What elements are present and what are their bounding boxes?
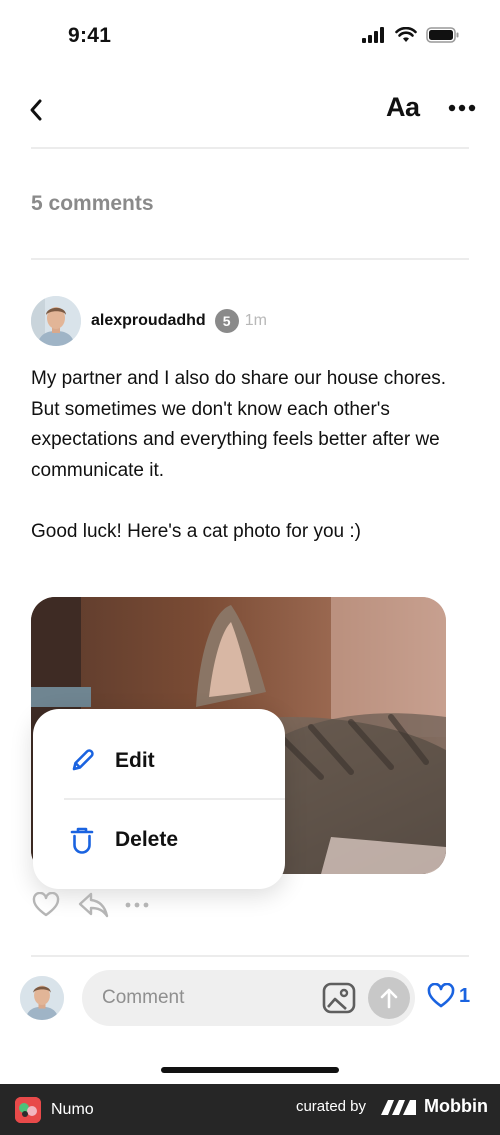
delete-menu-item[interactable]: Delete: [33, 804, 285, 876]
mobbin-logo-icon: [381, 1099, 417, 1115]
more-dots-icon: [448, 104, 476, 112]
divider: [31, 955, 469, 957]
status-icons: [362, 27, 460, 43]
attach-image-button[interactable]: [322, 982, 356, 1014]
back-chevron-icon: [30, 99, 42, 121]
signal-icon: [362, 27, 384, 43]
delete-label: Delete: [115, 828, 179, 851]
footer-app: Numo: [15, 1097, 94, 1123]
avatar[interactable]: [31, 296, 81, 346]
send-button[interactable]: [368, 977, 410, 1019]
trash-icon: [66, 824, 98, 856]
context-menu: Edit Delete: [33, 709, 285, 889]
comment-body: My partner and I also do share our house…: [31, 364, 451, 578]
like-button[interactable]: [31, 890, 61, 920]
status-bar: 9:41: [0, 0, 500, 75]
comment-header: alexproudadhd 5 1m: [31, 296, 267, 346]
status-time: 9:41: [68, 24, 112, 47]
battery-icon: [426, 27, 459, 43]
footer-brand: curated by Mobbin: [296, 1096, 488, 1117]
divider: [31, 147, 469, 149]
app-logo-icon: [15, 1097, 41, 1123]
more-options-button[interactable]: [447, 96, 477, 120]
reply-button[interactable]: [77, 890, 109, 920]
post-like-button[interactable]: 1: [426, 983, 470, 1009]
more-dots-icon: [125, 902, 149, 908]
attribution-footer: Numo curated by Mobbin: [0, 1084, 500, 1135]
reply-icon: [78, 892, 109, 918]
comment-paragraph: My partner and I also do share our house…: [31, 368, 447, 481]
comment-input[interactable]: Comment: [82, 970, 415, 1026]
comment-placeholder: Comment: [102, 987, 185, 1008]
comment-time: 1m: [244, 312, 267, 329]
comment-composer: Comment 1: [0, 965, 500, 1030]
divider: [31, 258, 469, 260]
mobbin-brand-name: Mobbin: [424, 1096, 488, 1116]
edit-menu-item[interactable]: Edit: [33, 725, 285, 797]
wifi-icon: [395, 27, 417, 42]
comment-actions: [31, 890, 150, 920]
footer-app-name: Numo: [51, 1101, 94, 1118]
font-size-button[interactable]: Aa: [386, 92, 420, 123]
comment-paragraph: Good luck! Here's a cat photo for you :): [31, 520, 361, 542]
back-button[interactable]: [24, 94, 48, 126]
pencil-icon: [66, 745, 98, 777]
menu-divider: [64, 798, 285, 800]
username[interactable]: alexproudadhd: [91, 312, 206, 330]
current-user-avatar[interactable]: [20, 976, 64, 1020]
curated-by-label: curated by: [295, 1098, 367, 1115]
send-arrow-icon: [380, 988, 398, 1009]
heart-icon: [427, 983, 455, 1008]
home-indicator: [161, 1067, 339, 1073]
comments-count: 5 comments: [31, 192, 154, 215]
edit-label: Edit: [115, 749, 155, 772]
heart-icon: [32, 892, 60, 917]
image-icon: [322, 982, 356, 1014]
like-count: 1: [459, 984, 471, 1007]
comment-more-button[interactable]: [124, 895, 150, 915]
top-nav: Aa: [0, 88, 500, 133]
level-badge: 5: [214, 309, 239, 333]
